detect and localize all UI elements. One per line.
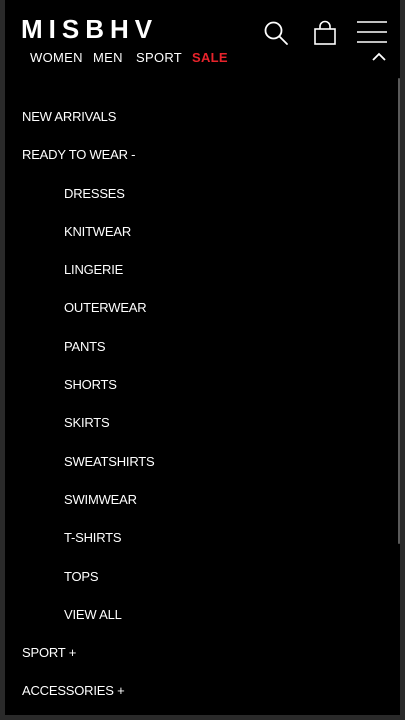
menu-item-new-arrivals[interactable]: NEW ARRIVALS bbox=[5, 98, 400, 136]
category-menu: NEW ARRIVALS READY TO WEAR - DRESSES KNI… bbox=[5, 98, 400, 711]
submenu-item-dresses[interactable]: DRESSES bbox=[5, 175, 400, 213]
submenu-item-lingerie[interactable]: LINGERIE bbox=[5, 251, 400, 289]
submenu-item-label: LINGERIE bbox=[64, 262, 124, 278]
submenu-item-label: T-SHIRTS bbox=[64, 530, 122, 546]
submenu-item-label: PANTS bbox=[64, 338, 106, 354]
submenu-item-pants[interactable]: PANTS bbox=[5, 328, 400, 366]
menu-item-label: NEW ARRIVALS bbox=[22, 109, 117, 124]
submenu-item-label: SHORTS bbox=[64, 377, 117, 393]
tab-sport[interactable]: SPORT bbox=[136, 50, 182, 65]
submenu-item-knitwear[interactable]: KNITWEAR bbox=[5, 213, 400, 251]
submenu-item-shorts[interactable]: SHORTS bbox=[5, 366, 400, 404]
submenu-item-skirts[interactable]: SKIRTS bbox=[5, 404, 400, 442]
hamburger-menu-icon[interactable] bbox=[356, 20, 388, 44]
menu-item-label: ACCESSORIES + bbox=[22, 683, 125, 699]
menu-item-ready-to-wear[interactable]: READY TO WEAR - bbox=[5, 136, 400, 174]
brand-logo[interactable]: MISBHV bbox=[21, 14, 158, 44]
submenu-item-label: SKIRTS bbox=[64, 415, 110, 431]
submenu-item-view-all[interactable]: VIEW ALL bbox=[5, 596, 400, 634]
menu-item-label: SPORT + bbox=[22, 645, 77, 661]
scrollbar[interactable] bbox=[398, 78, 400, 544]
site-header: MISBHV bbox=[5, 0, 400, 52]
menu-item-sport[interactable]: SPORT + bbox=[5, 634, 400, 672]
mobile-menu-panel: MISBHV WOMEN MEN SPORT SALE NEW ARRIVALS… bbox=[5, 0, 400, 715]
shopping-bag-icon[interactable] bbox=[312, 20, 338, 46]
submenu-item-label: KNITWEAR bbox=[64, 223, 132, 239]
tab-women[interactable]: WOMEN bbox=[30, 50, 83, 65]
submenu-item-tops[interactable]: TOPS bbox=[5, 558, 400, 596]
submenu-item-sweatshirts[interactable]: SWEATSHIRTS bbox=[5, 443, 400, 481]
submenu-item-outerwear[interactable]: OUTERWEAR bbox=[5, 289, 400, 327]
submenu-item-label: OUTERWEAR bbox=[64, 300, 147, 316]
submenu-item-label: VIEW ALL bbox=[64, 606, 122, 622]
submenu-item-swimwear[interactable]: SWIMWEAR bbox=[5, 481, 400, 519]
submenu-item-label: SWIMWEAR bbox=[64, 491, 137, 507]
chevron-up-icon[interactable] bbox=[372, 52, 386, 62]
tab-sale[interactable]: SALE bbox=[192, 50, 228, 65]
submenu-item-label: SWEATSHIRTS bbox=[64, 453, 155, 469]
search-icon[interactable] bbox=[263, 20, 289, 46]
menu-item-label: READY TO WEAR - bbox=[22, 147, 136, 163]
tab-men[interactable]: MEN bbox=[93, 50, 123, 65]
submenu-item-t-shirts[interactable]: T-SHIRTS bbox=[5, 519, 400, 557]
menu-item-accessories[interactable]: ACCESSORIES + bbox=[5, 672, 400, 710]
submenu-item-label: DRESSES bbox=[64, 185, 125, 201]
submenu-item-label: TOPS bbox=[64, 568, 99, 584]
